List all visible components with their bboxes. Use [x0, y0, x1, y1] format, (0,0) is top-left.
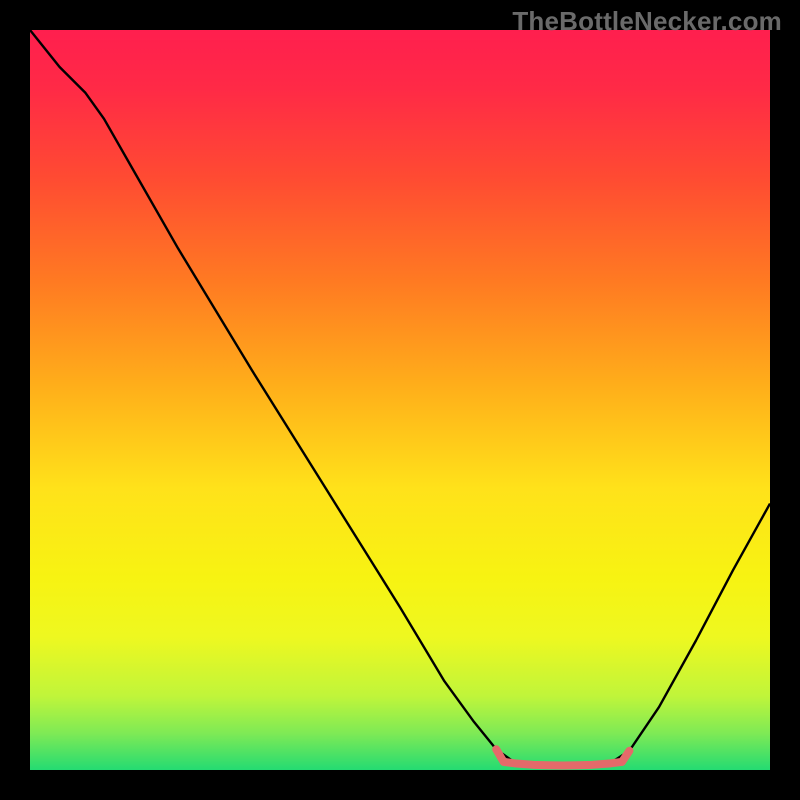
chart-frame: TheBottleNecker.com	[0, 0, 800, 800]
plot-background	[30, 30, 770, 770]
watermark-text: TheBottleNecker.com	[512, 6, 782, 37]
chart-svg	[0, 0, 800, 800]
